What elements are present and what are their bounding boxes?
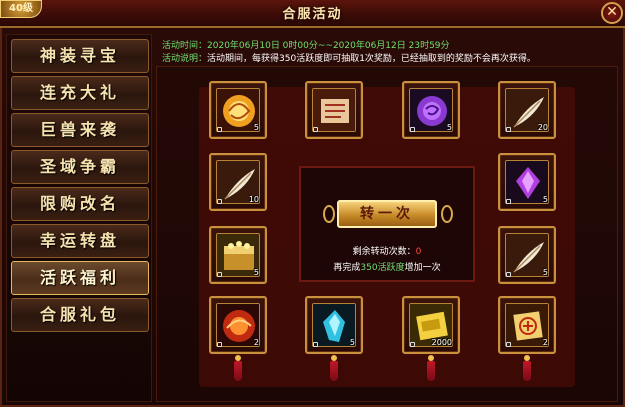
- item-count: 5: [349, 338, 355, 347]
- button-ornament-left: [323, 205, 335, 223]
- activity-desc-line: 活动说明：活动期间，每获得350活跃度即可抽取1次奖励，已经抽取到的奖励不会再次…: [162, 53, 618, 65]
- lock-icon: [506, 272, 511, 277]
- remaining-label: 剩余转动次数：: [352, 247, 416, 257]
- sidebar-item-merge-gift[interactable]: 合服礼包: [11, 298, 149, 332]
- reward-slot[interactable]: 5: [402, 81, 460, 139]
- reward-slot[interactable]: 5: [498, 226, 556, 284]
- tassel-ornament: [522, 355, 532, 381]
- sidebar-item-domain-war[interactable]: 圣域争霸: [11, 150, 149, 184]
- remaining-spins-text: 剩余转动次数：0: [300, 246, 474, 258]
- hint-highlight: 350活跃度: [360, 263, 405, 273]
- sidebar-item-treasure-hunt[interactable]: 神装寻宝: [11, 39, 149, 73]
- item-count: 2000: [431, 338, 452, 347]
- spin-hint-text: 再完成350活跃度增加一次: [300, 262, 474, 274]
- reward-slot[interactable]: 5: [498, 153, 556, 211]
- close-button[interactable]: ✕: [601, 2, 623, 24]
- item-count: 5: [542, 195, 548, 204]
- title-bar: 40级 合服活动 ✕: [0, 0, 625, 28]
- tassel-ornament: [426, 355, 436, 381]
- lock-icon: [506, 127, 511, 132]
- sidebar-item-beast-raid[interactable]: 巨兽来袭: [11, 113, 149, 147]
- hint-suffix: 增加一次: [404, 263, 441, 273]
- lock-icon: [313, 342, 318, 347]
- reward-slot[interactable]: 10: [209, 153, 267, 211]
- tassel-ornament: [233, 355, 243, 381]
- reward-slot[interactable]: [305, 81, 363, 139]
- item-count: 2: [253, 338, 259, 347]
- level-badge: 40级: [0, 0, 42, 18]
- item-count: 5: [253, 123, 259, 132]
- item-count: 5: [446, 123, 452, 132]
- lock-icon: [410, 127, 415, 132]
- activity-sidebar: 神装寻宝 连充大礼 巨兽来袭 圣域争霸 限购改名 幸运转盘 活跃福利 合服礼包: [6, 34, 152, 402]
- reward-slot[interactable]: 2: [498, 296, 556, 354]
- hint-prefix: 再完成: [333, 263, 361, 273]
- lock-icon: [506, 199, 511, 204]
- lock-icon: [313, 127, 318, 132]
- lock-icon: [217, 127, 222, 132]
- button-ornament-right: [441, 205, 453, 223]
- spin-once-button[interactable]: 转一次: [337, 200, 437, 228]
- tassel-ornament: [329, 355, 339, 381]
- reward-slot[interactable]: 5: [209, 226, 267, 284]
- reward-slot[interactable]: 2: [209, 296, 267, 354]
- activity-time-value: 2020年06月10日 0时00分~~2020年06月12日 23时59分: [207, 41, 450, 51]
- lock-icon: [506, 342, 511, 347]
- lock-icon: [217, 199, 222, 204]
- activity-time-line: 活动时间：2020年06月10日 0时00分~~2020年06月12日 23时5…: [162, 40, 618, 52]
- scroll-icon: [312, 88, 356, 132]
- sidebar-item-recharge[interactable]: 连充大礼: [11, 76, 149, 110]
- reward-slot[interactable]: 5: [305, 296, 363, 354]
- sidebar-item-rename[interactable]: 限购改名: [11, 187, 149, 221]
- activity-desc-label: 活动说明：: [162, 54, 208, 64]
- item-count: 10: [248, 195, 259, 204]
- item-count: 5: [253, 268, 259, 277]
- lock-icon: [217, 272, 222, 277]
- item-count: 2: [542, 338, 548, 347]
- item-count: 20: [537, 123, 548, 132]
- reward-slot[interactable]: 2000: [402, 296, 460, 354]
- reward-slot[interactable]: 5: [209, 81, 267, 139]
- remaining-count: 0: [415, 247, 422, 257]
- sidebar-item-lucky-wheel[interactable]: 幸运转盘: [11, 224, 149, 258]
- lock-icon: [410, 342, 415, 347]
- item-count: 5: [542, 268, 548, 277]
- reward-slot[interactable]: 20: [498, 81, 556, 139]
- activity-time-label: 活动时间：: [162, 41, 208, 51]
- window-title: 合服活动: [282, 7, 343, 22]
- activity-desc-value: 活动期间，每获得350活跃度即可抽取1次奖励，已经抽取到的奖励不会再次获得。: [207, 54, 536, 64]
- sidebar-item-active-welfare[interactable]: 活跃福利: [11, 261, 149, 295]
- lock-icon: [217, 342, 222, 347]
